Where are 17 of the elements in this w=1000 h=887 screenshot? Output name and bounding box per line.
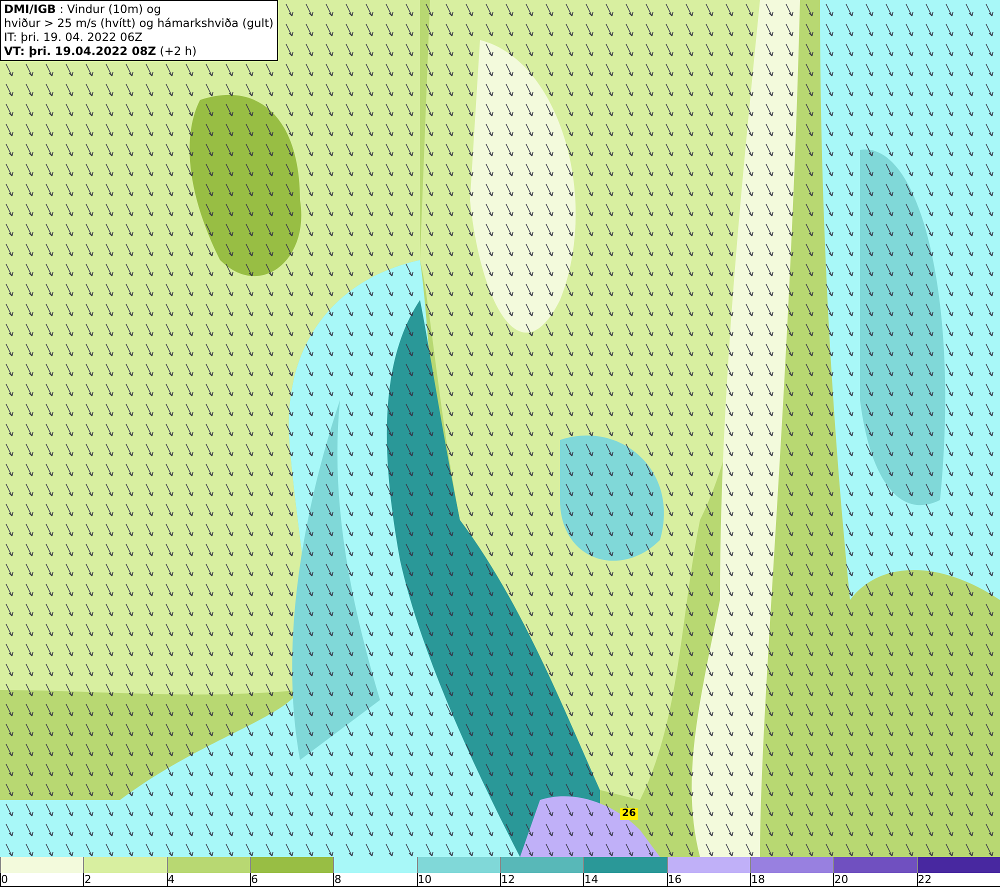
info-text: hviður > 25 m/s (hvítt) og hámarkshviða (gult) [4,16,274,30]
legend-tick-label: 8 [334,874,342,886]
info-text: VT: þri. 19.04.2022 08Z (+2 h) [4,44,198,58]
info-text: IT: þri. 19. 04. 2022 06Z [4,30,144,44]
legend-tick-label: 12 [500,874,515,886]
legend-tick-label: 6 [250,874,258,886]
legend-tick-label: 10 [418,874,432,886]
legend-tick-label: 22 [918,874,932,886]
legend-tick-label: 4 [168,874,175,886]
gust-label: 26 [620,808,638,820]
legend-tick-label: 18 [750,874,765,886]
legend-tick-label: 0 [1,874,8,886]
legend-tick-label: 16 [668,874,682,886]
legend-tick-label: 14 [584,874,598,886]
legend-tick-label: 20 [834,874,848,886]
legend-tick-label: 2 [84,874,92,886]
info-text: DMI/IGB : Vindur (10m) og [4,2,162,16]
